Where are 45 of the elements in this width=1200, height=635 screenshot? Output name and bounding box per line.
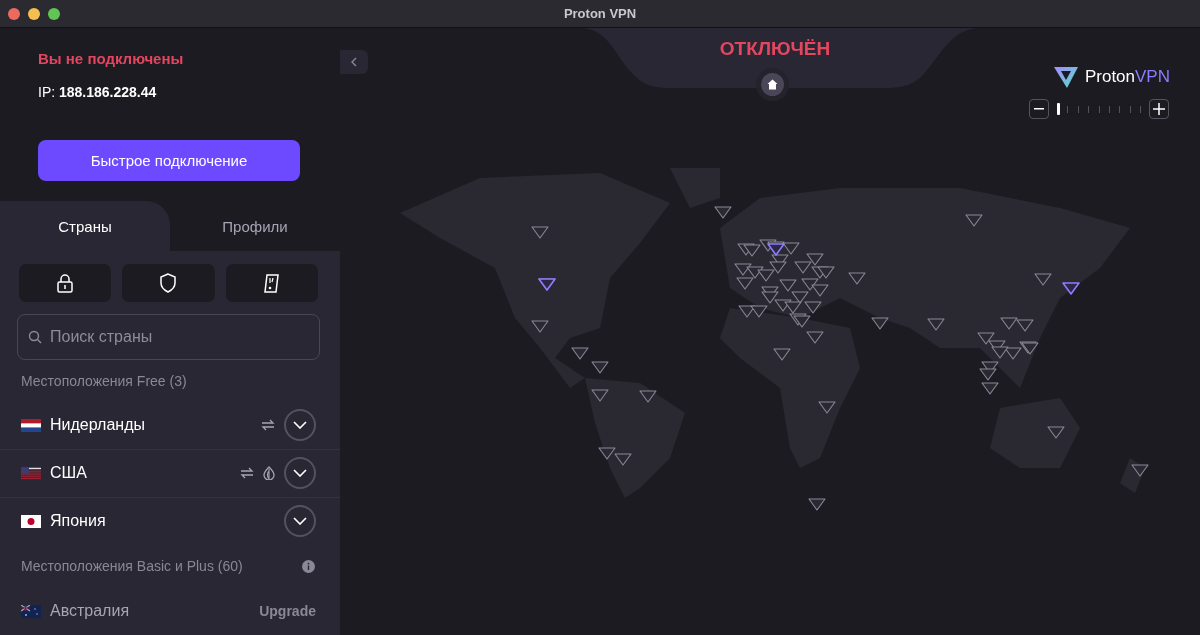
expand-button[interactable] bbox=[284, 409, 316, 442]
country-name[interactable]: Япония bbox=[50, 512, 275, 531]
zoom-thumb[interactable] bbox=[1057, 103, 1060, 115]
chevron-down-icon bbox=[293, 517, 307, 526]
logo-icon bbox=[1052, 65, 1079, 89]
search-field[interactable]: Поиск страны bbox=[17, 314, 320, 360]
onion-icon bbox=[263, 466, 275, 481]
zoom-button[interactable] bbox=[48, 7, 60, 20]
chevron-down-icon bbox=[293, 421, 307, 430]
zoom-in-button[interactable] bbox=[1149, 99, 1169, 119]
filter-button[interactable] bbox=[122, 264, 215, 302]
expand-button[interactable] bbox=[284, 457, 316, 490]
zoom-slider[interactable] bbox=[1057, 103, 1141, 115]
swap-arrows-icon bbox=[261, 419, 275, 432]
card-icon bbox=[263, 273, 280, 293]
upgrade-button[interactable]: Upgrade bbox=[259, 603, 316, 620]
swap-arrows-icon bbox=[240, 467, 254, 480]
section-title: Местоположения Basic и Plus (60) bbox=[21, 558, 243, 575]
country-name[interactable]: Австралия bbox=[50, 602, 251, 621]
country-name[interactable]: Нидерланды bbox=[50, 416, 252, 435]
close-button[interactable] bbox=[8, 7, 20, 20]
connection-status: Вы не подключены bbox=[38, 50, 185, 67]
plus-icon bbox=[1153, 103, 1165, 115]
expand-button[interactable] bbox=[284, 505, 316, 538]
quick-connect-button[interactable]: Быстрое подключение bbox=[38, 140, 300, 181]
minus-icon bbox=[1034, 108, 1044, 110]
filter-button[interactable] bbox=[225, 264, 318, 302]
connection-state: ОТКЛЮЧЁН bbox=[719, 38, 831, 61]
lock-icon bbox=[56, 273, 75, 293]
chevron-left-icon bbox=[351, 57, 357, 67]
country-name[interactable]: США bbox=[50, 464, 231, 483]
minimize-button[interactable] bbox=[28, 7, 40, 20]
chevron-down-icon bbox=[293, 469, 307, 478]
section-title: Местоположения Free (3) bbox=[21, 372, 187, 389]
search-icon bbox=[28, 330, 42, 344]
tab[interactable]: Профили bbox=[170, 201, 340, 251]
shield-icon bbox=[159, 273, 178, 293]
brand-name: ProtonVPN bbox=[1084, 67, 1170, 87]
tab[interactable]: Страны bbox=[0, 201, 170, 251]
ip-address: IP: 188.186.228.44 bbox=[38, 84, 158, 100]
home-icon bbox=[767, 79, 778, 90]
zoom-out-button[interactable] bbox=[1029, 99, 1049, 119]
info-icon[interactable] bbox=[302, 559, 315, 573]
window-title: Proton VPN bbox=[563, 6, 637, 21]
filter-button[interactable] bbox=[19, 264, 112, 302]
